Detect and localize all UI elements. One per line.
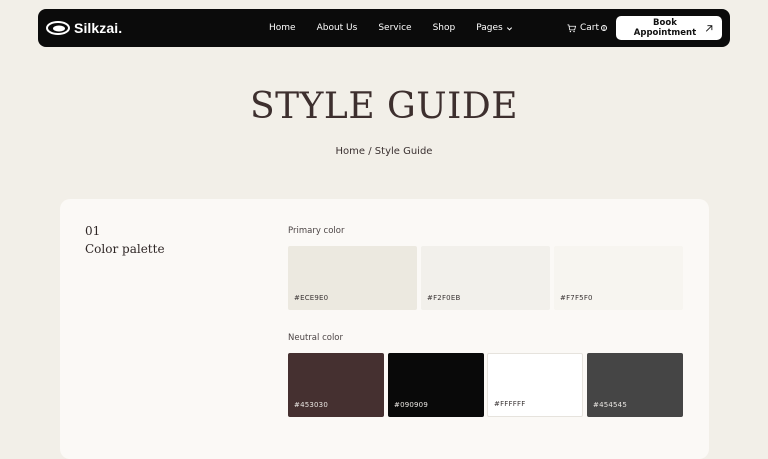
swatch-primary-2: #F2F0EB — [421, 246, 550, 310]
breadcrumb-current: Style Guide — [374, 146, 433, 157]
swatch-neutral-1: #453030 — [288, 353, 384, 417]
page-title: STYLE GUIDE — [249, 86, 519, 127]
brand-logo[interactable]: Silkzai. — [46, 9, 122, 47]
nav-menu: Home About Us Service Shop Pages — [269, 9, 513, 47]
primary-color-label: Primary color — [288, 226, 345, 236]
brand-name: Silkzai. — [74, 20, 123, 36]
book-appointment-label: Book Appointment — [633, 18, 697, 38]
nav-about-us[interactable]: About Us — [317, 23, 358, 33]
nav-actions: Cart 0 Book Appointment — [567, 9, 722, 47]
navbar: Silkzai. Home About Us Service Shop Page… — [38, 9, 730, 47]
nav-pages-label: Pages — [476, 23, 503, 33]
cart-count-badge: 0 — [601, 25, 607, 31]
swatch-code: #453030 — [294, 401, 328, 409]
swatch-code: #ECE9E0 — [294, 294, 329, 302]
swatch-primary-1: #ECE9E0 — [288, 246, 417, 310]
nav-home[interactable]: Home — [269, 23, 296, 33]
breadcrumb-separator: / — [365, 146, 375, 157]
book-appointment-button[interactable]: Book Appointment — [616, 16, 722, 40]
nav-shop[interactable]: Shop — [433, 23, 456, 33]
nav-service[interactable]: Service — [378, 23, 411, 33]
nav-pages[interactable]: Pages — [476, 23, 512, 33]
swatch-code: #F7F5F0 — [560, 294, 593, 302]
cart-link[interactable]: Cart 0 — [567, 23, 607, 33]
swatch-code: #454545 — [593, 401, 627, 409]
swatch-code: #FFFFFF — [494, 400, 526, 408]
arrow-up-right-icon — [705, 24, 713, 32]
swatch-primary-3: #F7F5F0 — [554, 246, 683, 310]
section-number: 01 — [85, 224, 101, 238]
breadcrumb: Home / Style Guide — [0, 146, 768, 157]
swatch-code: #090909 — [394, 401, 428, 409]
swatch-neutral-2: #090909 — [388, 353, 484, 417]
logo-mark-icon — [46, 21, 70, 35]
swatch-neutral-3: #FFFFFF — [487, 353, 583, 417]
section-title: Color palette — [85, 242, 165, 256]
breadcrumb-home-link[interactable]: Home — [336, 146, 366, 157]
chevron-down-icon — [506, 26, 512, 31]
neutral-color-label: Neutral color — [288, 333, 344, 343]
cart-icon — [567, 23, 576, 32]
swatch-neutral-4: #454545 — [587, 353, 683, 417]
swatch-code: #F2F0EB — [427, 294, 461, 302]
cart-label: Cart — [579, 23, 599, 33]
style-guide-card — [60, 199, 709, 459]
